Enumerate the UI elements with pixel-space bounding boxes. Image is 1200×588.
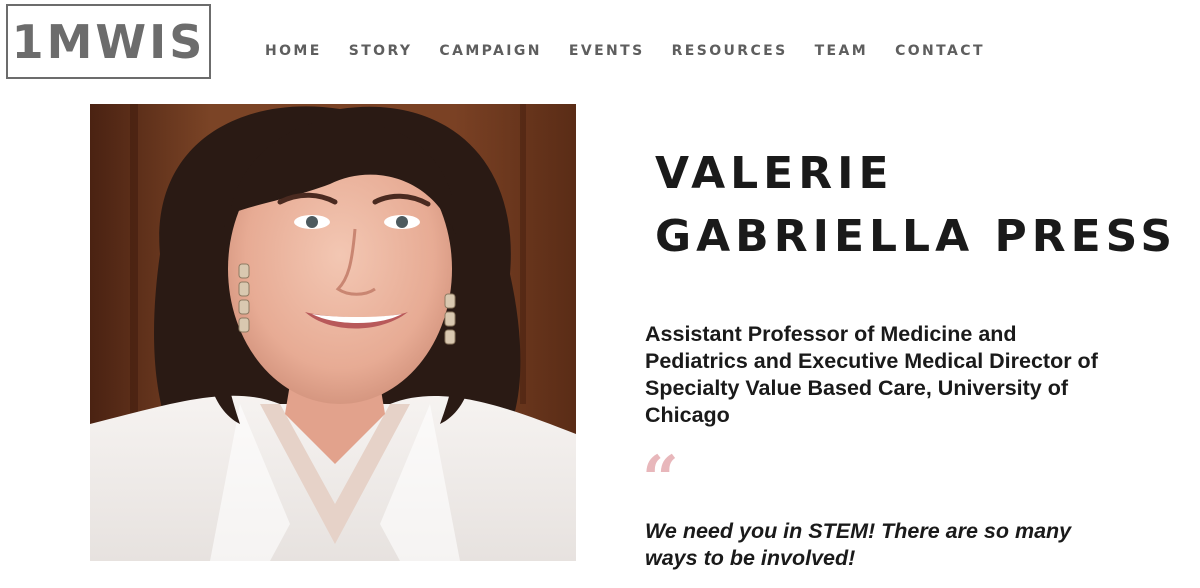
quote-mark-icon: “	[642, 442, 679, 517]
site-logo[interactable]: 1MWIS	[6, 4, 211, 79]
name-line-2: GABRIELLA PRESS	[655, 211, 1178, 262]
profile-name: VALERIE GABRIELLA PRESS	[655, 142, 1200, 268]
nav-team[interactable]: TEAM	[815, 42, 868, 60]
profile-quote: We need you in STEM! There are so many w…	[645, 519, 1072, 570]
logo-text: 1MWIS	[11, 14, 206, 69]
nav-events[interactable]: EVENTS	[569, 42, 645, 60]
name-line-1: VALERIE	[655, 148, 894, 199]
profile-photo	[90, 104, 576, 561]
nav-resources[interactable]: RESOURCES	[672, 42, 788, 60]
main-nav: HOME STORY CAMPAIGN EVENTS RESOURCES TEA…	[265, 42, 1012, 60]
nav-contact[interactable]: CONTACT	[895, 42, 985, 60]
nav-campaign[interactable]: CAMPAIGN	[439, 42, 541, 60]
nav-story[interactable]: STORY	[349, 42, 413, 60]
profile-title: Assistant Professor of Medicine and Pedi…	[645, 322, 1098, 427]
portrait-illustration	[90, 104, 576, 561]
nav-home[interactable]: HOME	[265, 42, 322, 60]
